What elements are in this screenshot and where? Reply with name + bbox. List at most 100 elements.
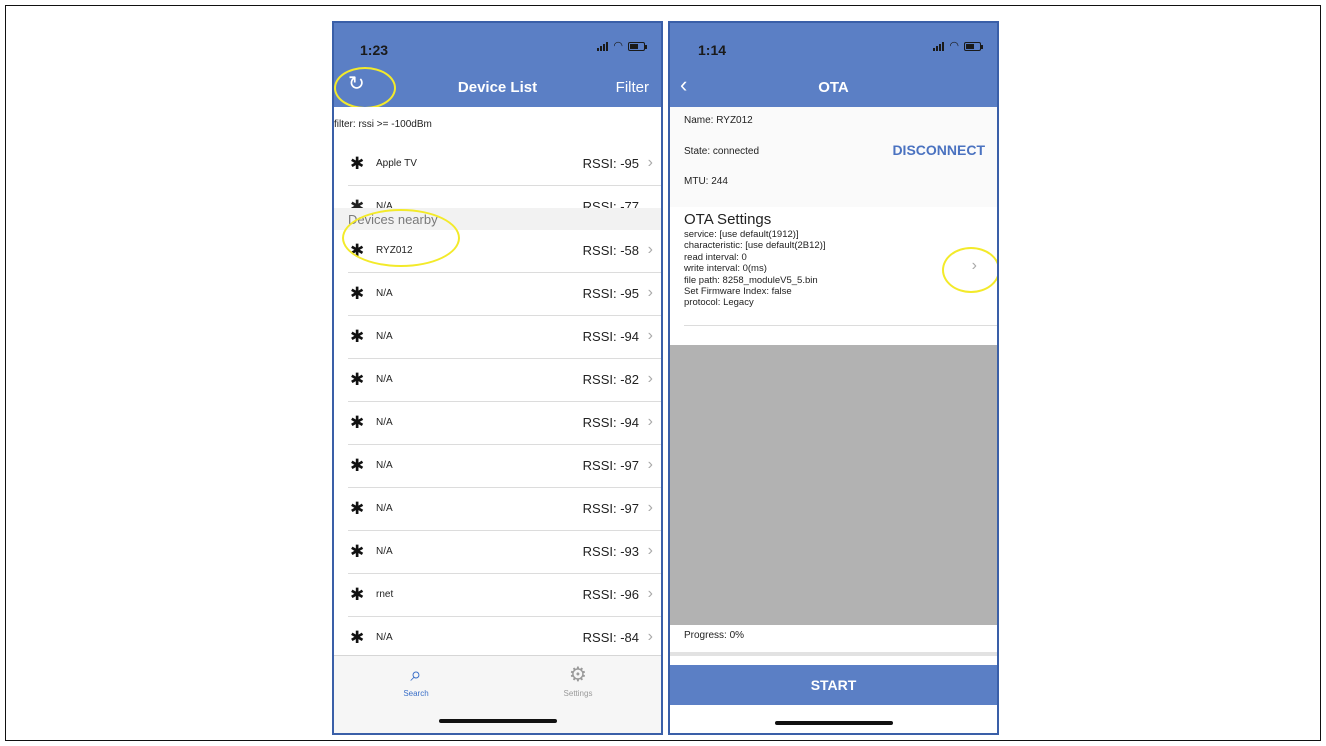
ota-setting-line: service: [use default(1912)]	[684, 229, 799, 240]
status-time: 1:14	[698, 42, 727, 58]
tab-label: Search	[403, 689, 429, 698]
device-name: N/A	[376, 632, 393, 643]
device-name-line: Name: RYZ012	[684, 115, 753, 126]
device-rssi: RSSI: -94	[582, 415, 639, 430]
device-rssi: RSSI: -94	[582, 329, 639, 344]
list-item[interactable]: ✱ N/A RSSI: -77	[348, 187, 661, 209]
tab-label: Settings	[563, 689, 593, 698]
chevron-right-icon: ›	[647, 327, 653, 344]
ota-setting-line: read interval: 0	[684, 251, 747, 263]
mtu-line: MTU: 244	[684, 176, 728, 187]
divider	[684, 325, 997, 326]
device-name: N/A	[376, 460, 393, 471]
chevron-right-icon: ›	[647, 585, 653, 602]
highlight-circle	[342, 209, 460, 267]
device-name: Apple TV	[376, 158, 417, 169]
filter-button[interactable]: Filter	[616, 79, 649, 96]
battery-icon	[628, 41, 647, 51]
list-item[interactable]: ✱ Apple TV RSSI: -95 ›	[348, 143, 661, 186]
nav-bar: 1:14 ◠ ‹ OTA	[670, 23, 997, 107]
list-item[interactable]: ✱ N/A RSSI: -93 ›	[348, 531, 661, 574]
ota-setting-line: write interval: 0(ms)	[684, 263, 767, 275]
bluetooth-icon: ✱	[350, 628, 365, 647]
device-name: N/A	[376, 331, 393, 342]
list-item[interactable]: ✱ rnet RSSI: -96 ›	[348, 574, 661, 617]
device-name: N/A	[376, 374, 393, 385]
device-name: N/A	[376, 288, 393, 299]
device-rssi: RSSI: -93	[582, 544, 639, 559]
device-rssi: RSSI: -84	[582, 630, 639, 645]
ota-settings-title: OTA Settings	[684, 211, 772, 228]
home-indicator	[774, 721, 893, 725]
list-item[interactable]: ✱ N/A RSSI: -94 ›	[348, 316, 661, 359]
list-item[interactable]: ✱ N/A RSSI: -94 ›	[348, 402, 661, 445]
status-icons: ◠	[597, 40, 647, 52]
device-name: rnet	[376, 589, 394, 600]
device-name: N/A	[376, 546, 393, 557]
bluetooth-icon: ✱	[350, 154, 365, 173]
home-indicator	[438, 719, 557, 723]
ota-setting-line: Set Firmware Index: false	[684, 286, 792, 298]
device-name: N/A	[376, 417, 393, 428]
signal-icon	[597, 41, 609, 51]
ota-phone: 1:14 ◠ ‹ OTA Name: RYZ012 State: connect…	[668, 21, 999, 735]
log-area	[670, 345, 997, 625]
chevron-right-icon: ›	[647, 370, 653, 387]
list-item[interactable]: ✱ N/A RSSI: -97 ›	[348, 488, 661, 531]
list-item[interactable]: ✱ N/A RSSI: -95 ›	[348, 273, 661, 316]
ota-setting-line: characteristic: [use default(2B12)]	[684, 240, 826, 252]
bluetooth-icon: ✱	[350, 499, 365, 518]
chevron-right-icon: ›	[647, 499, 653, 516]
bluetooth-icon: ✱	[350, 542, 365, 561]
chevron-right-icon: ›	[647, 284, 653, 301]
tab-settings[interactable]: ⚙ Settings	[538, 664, 618, 698]
status-time: 1:23	[360, 42, 389, 58]
device-rssi: RSSI: -95	[582, 156, 639, 171]
device-rssi: RSSI: -96	[582, 587, 639, 602]
filter-label: filter: rssi >= -100dBm	[334, 107, 661, 147]
bluetooth-icon: ✱	[350, 413, 365, 432]
device-rssi: RSSI: -95	[582, 286, 639, 301]
nearby-list: ✱ RYZ012 RSSI: -58 › ✱ N/A RSSI: -95 › ✱ N/A RSSI:…	[334, 230, 661, 660]
tab-bar: ⌕ Search ⚙ Settings	[334, 655, 661, 733]
bluetooth-icon: ✱	[350, 585, 365, 604]
bluetooth-icon: ✱	[350, 370, 365, 389]
chevron-right-icon: ›	[647, 154, 653, 171]
highlight-circle	[334, 67, 396, 109]
connection-info: Name: RYZ012 State: connected DISCONNECT…	[670, 107, 997, 207]
chevron-right-icon: ›	[647, 628, 653, 645]
progress-bar	[670, 652, 997, 656]
device-list-phone: 1:23 ◠ ↻ Device List Filter filter: rssi…	[332, 21, 663, 735]
bluetooth-icon: ✱	[350, 284, 365, 303]
ota-settings-details: service: [use default(1912)] characterist…	[684, 229, 826, 309]
bluetooth-icon: ✱	[350, 327, 365, 346]
chevron-right-icon: ›	[647, 456, 653, 473]
highlight-circle	[942, 247, 997, 293]
page-title: OTA	[818, 79, 849, 96]
battery-icon	[964, 41, 983, 51]
bluetooth-icon: ✱	[350, 456, 365, 475]
tab-search[interactable]: ⌕ Search	[376, 664, 456, 698]
disconnect-button[interactable]: DISCONNECT	[892, 142, 985, 158]
list-item[interactable]: ✱ N/A RSSI: -82 ›	[348, 359, 661, 402]
wifi-icon: ◠	[613, 40, 623, 52]
list-item[interactable]: ✱ N/A RSSI: -84 ›	[348, 617, 661, 660]
device-name: N/A	[376, 503, 393, 514]
screenshot-frame	[5, 5, 1321, 741]
device-rssi: RSSI: -97	[582, 458, 639, 473]
list-item[interactable]: ✱ N/A RSSI: -97 ›	[348, 445, 661, 488]
ota-setting-line: file path: 8258_moduleV5_5.bin	[684, 274, 818, 286]
device-list: ✱ Apple TV RSSI: -95 ›	[334, 143, 661, 186]
wifi-icon: ◠	[949, 40, 959, 52]
device-rssi: RSSI: -58	[582, 243, 639, 258]
chevron-right-icon: ›	[647, 413, 653, 430]
filter-label-text: filter: rssi >= -100dBm	[334, 119, 432, 130]
start-button[interactable]: START	[670, 665, 997, 705]
device-rssi: RSSI: -82	[582, 372, 639, 387]
search-icon: ⌕	[410, 664, 422, 686]
state-line: State: connected	[684, 146, 760, 157]
chevron-right-icon: ›	[647, 542, 653, 559]
chevron-right-icon: ›	[647, 241, 653, 258]
signal-icon	[933, 41, 945, 51]
progress-label: Progress: 0%	[684, 630, 745, 641]
